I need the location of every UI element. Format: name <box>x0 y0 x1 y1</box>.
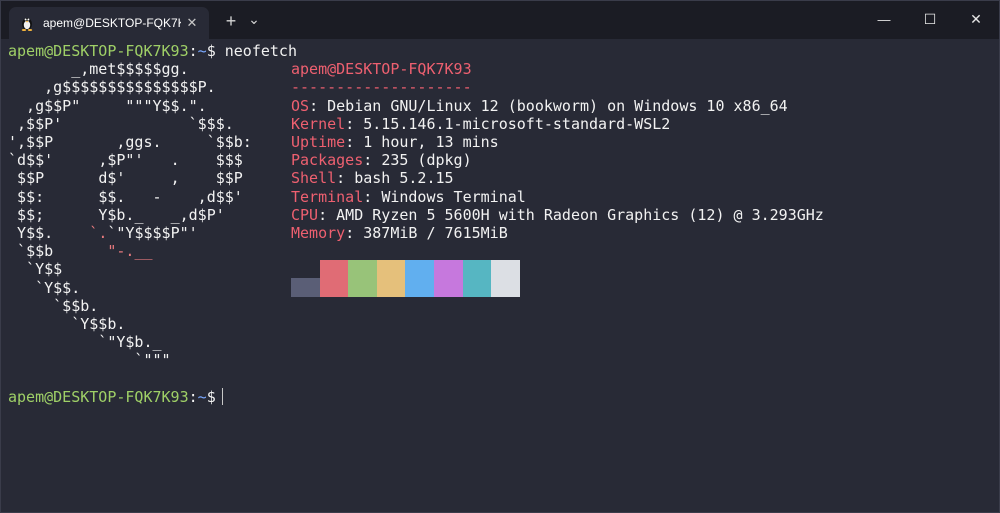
chevron-down-icon[interactable]: ⌄ <box>245 7 263 31</box>
text-cursor <box>221 388 223 405</box>
prompt-colon: : <box>188 388 198 406</box>
new-tab-button[interactable]: + <box>221 9 241 33</box>
logo-line: ,g$$$$$$$$$$$$$$$P. <box>8 78 216 97</box>
info-colon: : <box>345 114 364 133</box>
terminal-window: apem@DESKTOP-FQK7K93: ~ ✕ + ⌄ — ☐ ✕ apem… <box>0 0 1000 513</box>
info-colon: : <box>363 151 382 170</box>
tab-title: apem@DESKTOP-FQK7K93: ~ <box>43 16 181 30</box>
prompt-line-active[interactable]: apem@DESKTOP-FQK7K93:~$ <box>8 388 223 406</box>
info-colon: : <box>309 96 328 115</box>
info-user-host-text: apem@DESKTOP-FQK7K93 <box>291 60 472 79</box>
prompt-symbol: $ <box>206 42 216 60</box>
info-value: 235 (dpkg) <box>381 151 472 170</box>
logo-line: $$: $$. - ,d$$' <box>17 187 243 206</box>
palette-swatch <box>462 260 492 297</box>
logo-line: ,$$P' `$$$. <box>8 114 234 133</box>
maximize-button[interactable]: ☐ <box>907 1 953 37</box>
logo-line: `Y$$ <box>8 260 63 279</box>
logo-line: _,met$$$$$gg. <box>8 60 189 79</box>
command-text: neofetch <box>224 42 297 60</box>
info-row: CPU: AMD Ryzen 5 5600H with Radeon Graph… <box>291 206 824 224</box>
info-key: Uptime <box>291 133 346 151</box>
info-row: Terminal: Windows Terminal <box>291 188 526 206</box>
info-colon: : <box>345 224 364 242</box>
info-separator: -------------------- <box>291 78 472 96</box>
info-value: bash 5.2.15 <box>354 169 454 188</box>
title-bar[interactable]: apem@DESKTOP-FQK7K93: ~ ✕ + ⌄ — ☐ ✕ <box>1 1 999 39</box>
info-row: Shell: bash 5.2.15 <box>291 169 454 187</box>
info-user-host: apem@DESKTOP-FQK7K93 <box>291 60 472 78</box>
palette-swatch <box>491 260 520 297</box>
info-row: Uptime: 1 hour, 13 mins <box>291 133 499 151</box>
logo-line: `Y$$. <box>8 278 81 297</box>
info-separator-text: -------------------- <box>291 78 472 97</box>
logo-line: Y$$. `.`"Y$$$$P"' <box>17 224 198 242</box>
info-colon: : <box>318 205 337 224</box>
info-key: Memory <box>291 224 346 242</box>
logo-line: $$P d$' , $$P <box>17 169 243 188</box>
info-colon: : <box>336 169 355 188</box>
info-colon: : <box>345 133 364 151</box>
palette-swatch <box>319 260 349 297</box>
info-key: CPU <box>291 205 319 224</box>
info-key: Packages <box>291 151 364 170</box>
info-value: 1 hour, 13 mins <box>363 133 499 151</box>
palette-swatch <box>348 260 377 297</box>
info-value: 5.15.146.1-microsoft-standard-WSL2 <box>363 114 671 133</box>
close-window-button[interactable]: ✕ <box>953 1 999 37</box>
logo-line: `$$b "-.__ <box>17 242 153 261</box>
info-value: AMD Ryzen 5 5600H with Radeon Graphics (… <box>336 205 824 224</box>
palette-swatch <box>376 260 406 297</box>
logo-line: $$; Y$b._ _,d$P' <box>17 205 225 224</box>
info-key: Shell <box>291 169 337 188</box>
palette-swatch <box>405 260 434 297</box>
logo-line: `Y$$b. <box>8 315 126 333</box>
tab-terminal[interactable]: apem@DESKTOP-FQK7K93: ~ ✕ <box>9 7 209 39</box>
palette-swatch <box>291 278 320 297</box>
info-value: Windows Terminal <box>381 187 526 206</box>
tab-close-icon[interactable]: ✕ <box>181 15 203 31</box>
prompt-symbol: $ <box>206 388 216 406</box>
info-row: Packages: 235 (dpkg) <box>291 151 472 169</box>
minimize-button[interactable]: — <box>861 1 907 37</box>
info-key: OS <box>291 96 310 115</box>
prompt-colon: : <box>188 42 198 60</box>
prompt-user-host: apem@DESKTOP-FQK7K93 <box>8 388 189 406</box>
logo-line: `""" <box>8 351 171 370</box>
info-row: OS: Debian GNU/Linux 12 (bookworm) on Wi… <box>291 97 788 115</box>
info-key: Terminal <box>291 187 364 206</box>
info-row: Memory: 387MiB / 7615MiB <box>291 224 508 242</box>
info-value: Debian GNU/Linux 12 (bookworm) on Window… <box>327 96 788 115</box>
linux-penguin-icon <box>19 15 35 31</box>
palette-swatch <box>434 260 463 297</box>
logo-line: ,g$$P" """Y$$.". <box>8 96 207 115</box>
logo-line: `d$$' ,$P"' . $$$ <box>8 151 243 170</box>
logo-line: `"Y$b._ <box>8 333 162 352</box>
prompt-path: ~ <box>197 42 207 60</box>
info-colon: : <box>363 187 382 206</box>
info-row: Kernel: 5.15.146.1-microsoft-standard-WS… <box>291 115 670 133</box>
prompt-path: ~ <box>197 388 207 406</box>
logo-line: `$$b. <box>8 296 99 315</box>
info-key: Kernel <box>291 114 346 133</box>
prompt-line: apem@DESKTOP-FQK7K93:~$ neofetch <box>8 42 297 60</box>
logo-line: ',$$P ,ggs. `$$b: <box>8 133 252 151</box>
prompt-user-host: apem@DESKTOP-FQK7K93 <box>8 42 189 60</box>
info-value: 387MiB / 7615MiB <box>363 224 508 242</box>
